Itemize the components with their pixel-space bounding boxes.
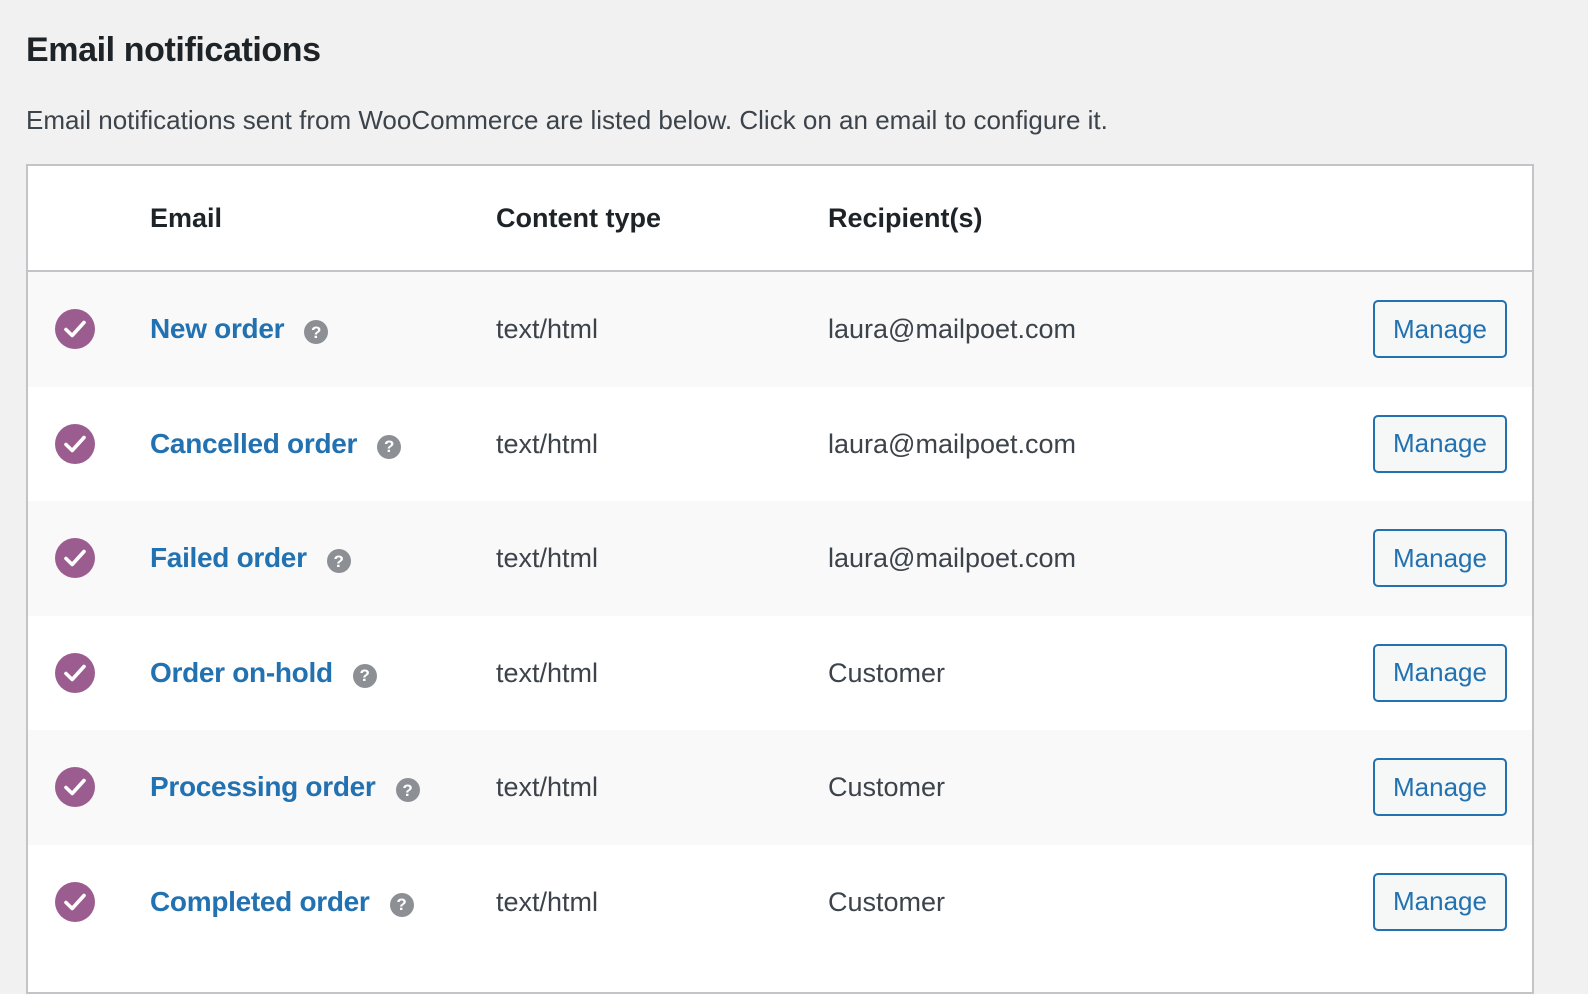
email-cell: Cancelled order?: [150, 387, 402, 501]
check-circle-icon: [55, 309, 95, 349]
checkmark-glyph: [64, 893, 86, 910]
checkmark-glyph: [64, 549, 86, 567]
table-header: Email Content type Recipient(s): [28, 166, 1532, 272]
recipient-cell: laura@mailpoet.com: [828, 428, 1077, 459]
manage-button[interactable]: Manage: [1373, 529, 1507, 587]
manage-button[interactable]: Manage: [1373, 872, 1507, 931]
checkmark-glyph: [64, 664, 86, 681]
recipient-cell: laura@mailpoet.com: [828, 314, 1077, 344]
email-name-link[interactable]: Failed order: [150, 542, 307, 574]
recipient-cell: laura@mailpoet.com: [828, 543, 1077, 573]
check-circle-icon: [55, 652, 95, 693]
manage-button[interactable]: Manage: [1373, 414, 1507, 473]
email-cell: Order on-hold?: [150, 616, 377, 730]
help-icon[interactable]: ?: [395, 778, 420, 802]
table-row: Processing order? text/html Customer Manage: [28, 730, 1532, 845]
check-circle-icon: [55, 538, 95, 578]
manage-button[interactable]: Manage: [1373, 758, 1507, 816]
email-name-link[interactable]: New order: [150, 313, 285, 345]
email-name-link[interactable]: Completed order: [150, 886, 370, 918]
content-type-cell: text/html: [496, 543, 599, 573]
page-title: Email notifications: [26, 31, 321, 69]
table-row: Failed order? text/html laura@mailpoet.com…: [28, 501, 1532, 616]
page-description: Email notifications sent from WooCommerc…: [26, 105, 1108, 135]
check-circle-icon: [55, 423, 95, 464]
help-icon[interactable]: ?: [377, 434, 402, 459]
email-cell: New order?: [150, 272, 329, 386]
help-icon[interactable]: ?: [352, 663, 377, 688]
checkmark-glyph: [64, 435, 86, 452]
email-name-link[interactable]: Processing order: [150, 771, 376, 803]
email-notifications-table: Email Content type Recipient(s) New orde…: [26, 164, 1534, 994]
help-icon[interactable]: ?: [326, 549, 351, 573]
checkmark-glyph: [64, 778, 86, 796]
check-circle-icon: [55, 881, 95, 922]
table-row: New order? text/html laura@mailpoet.com Man…: [28, 272, 1532, 387]
check-circle-icon: [55, 767, 95, 807]
table-row: Completed order? text/html Customer Manage: [28, 844, 1532, 959]
table-row: Order on-hold? text/html Customer Manage: [28, 615, 1532, 730]
email-cell: Processing order?: [150, 730, 420, 844]
checkmark-glyph: [64, 320, 86, 338]
content-type-cell: text/html: [496, 886, 599, 917]
email-cell: Completed order?: [150, 845, 414, 959]
email-name-link[interactable]: Order on-hold: [150, 657, 333, 689]
help-icon[interactable]: ?: [304, 320, 329, 344]
table-body: New order? text/html laura@mailpoet.com Man…: [28, 272, 1532, 959]
content-type-cell: text/html: [496, 657, 599, 688]
help-icon[interactable]: ?: [389, 892, 414, 917]
content-type-cell: text/html: [496, 428, 599, 459]
recipient-cell: Customer: [828, 657, 946, 688]
recipient-cell: Customer: [828, 886, 946, 917]
column-header-email: Email: [150, 203, 223, 233]
content-type-cell: text/html: [496, 772, 599, 802]
column-header-content-type: Content type: [496, 203, 661, 233]
recipient-cell: Customer: [828, 772, 946, 802]
email-cell: Failed order?: [150, 501, 351, 615]
table-row: Cancelled order? text/html laura@mailpoet.…: [28, 386, 1532, 501]
column-header-recipients: Recipient(s): [828, 203, 983, 233]
manage-button[interactable]: Manage: [1373, 300, 1507, 358]
content-type-cell: text/html: [496, 314, 599, 344]
email-name-link[interactable]: Cancelled order: [150, 428, 357, 460]
manage-button[interactable]: Manage: [1373, 643, 1507, 702]
